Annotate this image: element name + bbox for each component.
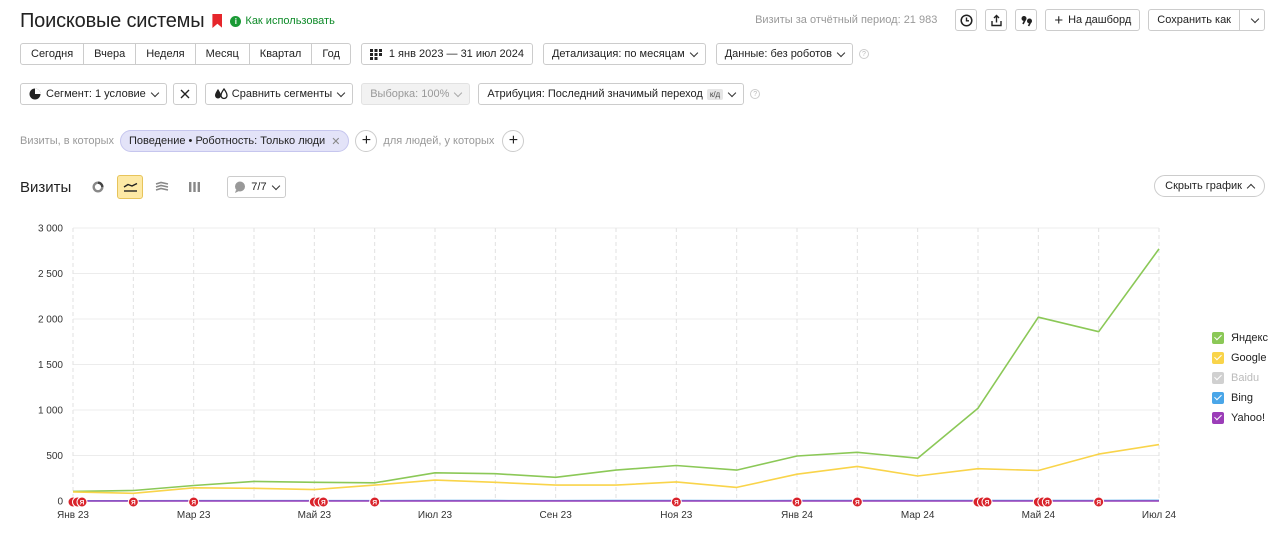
y-tick-label: 1 500 <box>38 360 63 371</box>
y-tick-label: 3 000 <box>38 224 63 235</box>
x-tick-label: Мар 24 <box>901 510 935 521</box>
chart-legend: Яндекс Google Baidu Bing Yahoo! <box>1212 328 1268 428</box>
x-tick-label: Мар 23 <box>177 510 211 521</box>
legend-label: Baidu <box>1231 372 1260 384</box>
x-tick-label: Июл 23 <box>418 510 453 521</box>
legend-item-google[interactable]: Google <box>1212 348 1268 368</box>
x-tick-label: Июл 24 <box>1142 510 1177 521</box>
checkbox-icon <box>1212 352 1224 364</box>
checkbox-icon <box>1212 332 1224 344</box>
legend-label: Яндекс <box>1231 332 1268 344</box>
visits-line-chart: 0 500 1 000 1 500 2 000 2 500 3 000 Янв 23 Мар 2… <box>38 224 1177 522</box>
annotation-label: Я <box>674 500 679 507</box>
x-tick-label: Янв 23 <box>57 510 89 521</box>
x-tick-label: Ноя 23 <box>660 510 693 521</box>
save-as-dropdown[interactable] <box>1240 10 1264 30</box>
y-tick-label: 0 <box>57 497 63 508</box>
annotation-label: Я <box>1045 500 1050 507</box>
checkbox-icon <box>1212 412 1224 424</box>
annotation-label: Я <box>372 500 377 507</box>
y-tick-label: 500 <box>46 451 63 462</box>
legend-label: Google <box>1231 352 1267 364</box>
annotation-label: Я <box>795 500 800 507</box>
annotation-label: Я <box>855 500 860 507</box>
y-tick-label: 2 500 <box>38 269 63 280</box>
y-tick-label: 2 000 <box>38 315 63 326</box>
legend-item-bing[interactable]: Bing <box>1212 388 1268 408</box>
checkbox-icon <box>1212 372 1224 384</box>
x-tick-label: Май 23 <box>298 510 332 521</box>
annotation-label: Я <box>1096 500 1101 507</box>
legend-item-yahoo[interactable]: Yahoo! <box>1212 408 1268 428</box>
y-tick-label: 1 000 <box>38 406 63 417</box>
annotation-label: Я <box>321 500 326 507</box>
chevron-up-icon <box>1246 183 1256 192</box>
annotation-label: Я <box>131 500 136 507</box>
x-tick-label: Май 24 <box>1022 510 1056 521</box>
x-tick-label: Янв 24 <box>781 510 813 521</box>
legend-label: Yahoo! <box>1231 412 1266 424</box>
legend-label: Bing <box>1231 392 1254 404</box>
checkbox-icon <box>1212 392 1224 404</box>
x-tick-label: Сен 23 <box>540 510 573 521</box>
annotation-label: Я <box>80 500 85 507</box>
legend-item-yandex[interactable]: Яндекс <box>1212 328 1268 348</box>
chevron-down-icon <box>1250 14 1260 23</box>
annotation-label: Я <box>985 500 990 507</box>
annotation-label: Я <box>191 500 196 507</box>
legend-item-baidu[interactable]: Baidu <box>1212 368 1268 388</box>
